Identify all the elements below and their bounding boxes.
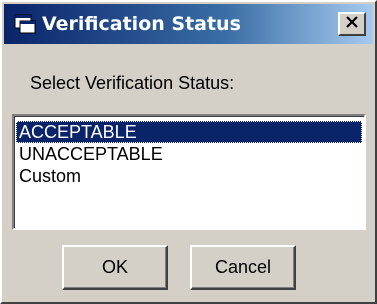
close-button[interactable] xyxy=(338,12,366,36)
list-item-custom[interactable]: Custom xyxy=(16,165,362,187)
list-item-acceptable[interactable]: ACCEPTABLE xyxy=(16,121,362,143)
window-title: Verification Status xyxy=(42,13,241,35)
title-bar[interactable]: Verification Status xyxy=(4,4,373,44)
ok-button[interactable]: OK xyxy=(62,245,168,290)
app-window-icon xyxy=(14,14,36,34)
verification-status-listbox[interactable]: ACCEPTABLE UNACCEPTABLE Custom xyxy=(12,114,366,230)
list-item-unacceptable[interactable]: UNACCEPTABLE xyxy=(16,143,362,165)
cancel-button[interactable]: Cancel xyxy=(190,245,296,290)
verification-status-dialog: Verification Status Select Verification … xyxy=(0,0,377,304)
close-icon xyxy=(345,15,359,33)
prompt-label: Select Verification Status: xyxy=(30,73,235,93)
